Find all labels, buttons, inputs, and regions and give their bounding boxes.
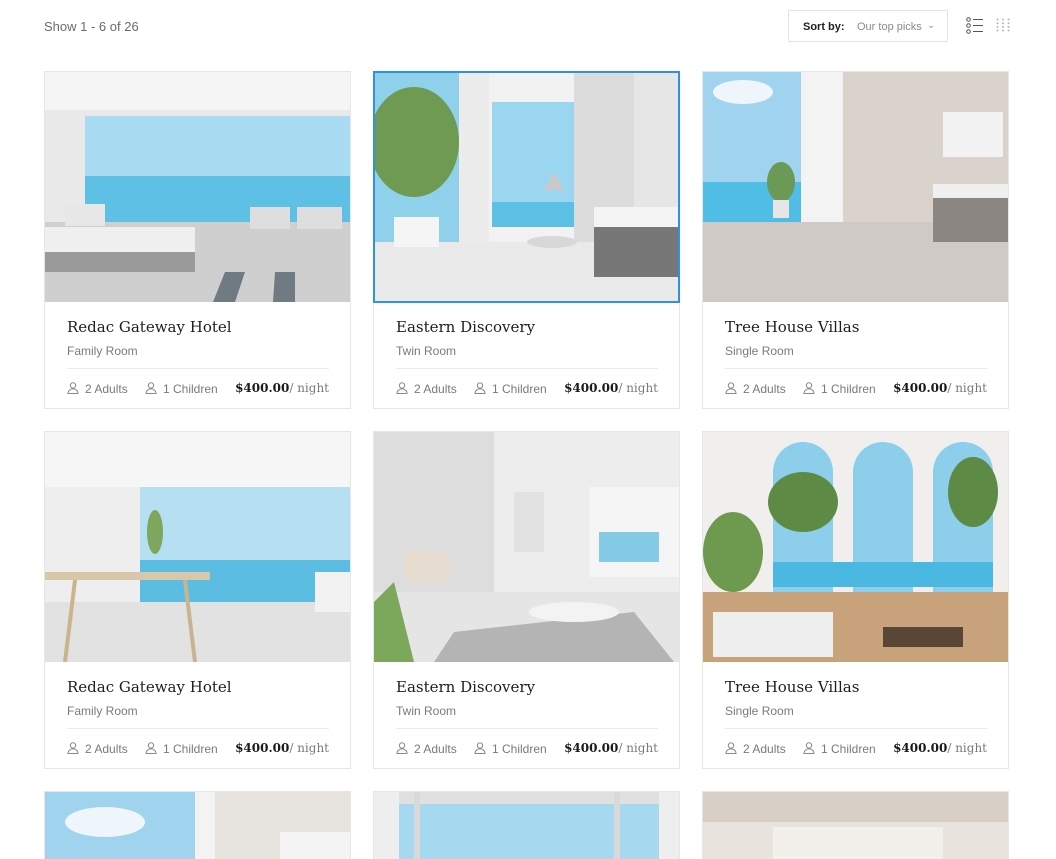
price-amount: $400.00	[564, 381, 619, 395]
user-icon	[67, 742, 79, 754]
divider	[67, 728, 329, 729]
adults-info: 2 Adults	[67, 382, 128, 396]
sort-dropdown[interactable]: Sort by: Our top picks ⌄	[788, 10, 948, 42]
children-count: 1 Children	[163, 382, 218, 396]
child-icon	[474, 382, 486, 394]
user-icon	[725, 382, 737, 394]
hotel-name[interactable]: Eastern Discovery	[396, 678, 535, 696]
user-icon	[396, 382, 408, 394]
room-photo[interactable]	[703, 432, 1008, 662]
results-count: Show 1 - 6 of 26	[44, 19, 139, 34]
room-type: Family Room	[67, 344, 138, 358]
adults-info: 2 Adults	[396, 382, 457, 396]
price-amount: $400.00	[893, 741, 948, 755]
room-photo[interactable]	[374, 792, 679, 859]
list-view-icon[interactable]	[966, 17, 984, 34]
child-icon	[803, 382, 815, 394]
listing-toolbar: Show 1 - 6 of 26 Sort by: Our top picks …	[44, 10, 1012, 42]
divider	[725, 368, 987, 369]
room-type: Single Room	[725, 344, 794, 358]
room-photo[interactable]	[374, 432, 679, 662]
price: $400.00/ night	[235, 741, 329, 755]
price: $400.00/ night	[564, 381, 658, 395]
price-amount: $400.00	[893, 381, 948, 395]
room-photo[interactable]	[703, 792, 1008, 859]
adults-info: 2 Adults	[396, 742, 457, 756]
hotel-name[interactable]: Tree House Villas	[725, 318, 859, 336]
listing-card[interactable]	[373, 791, 680, 859]
price-unit: / night	[289, 381, 329, 395]
children-info: 1 Children	[145, 382, 218, 396]
listing-card[interactable]	[702, 791, 1009, 859]
children-count: 1 Children	[821, 742, 876, 756]
grid-view-icon[interactable]	[996, 18, 1010, 32]
children-count: 1 Children	[821, 382, 876, 396]
hotel-name[interactable]: Eastern Discovery	[396, 318, 535, 336]
price-amount: $400.00	[235, 741, 290, 755]
price-unit: / night	[947, 741, 987, 755]
children-count: 1 Children	[492, 382, 547, 396]
price: $400.00/ night	[893, 381, 987, 395]
adults-count: 2 Adults	[743, 382, 786, 396]
divider	[67, 368, 329, 369]
child-icon	[145, 742, 157, 754]
price-unit: / night	[618, 381, 658, 395]
hotel-name[interactable]: Tree House Villas	[725, 678, 859, 696]
room-photo[interactable]	[45, 72, 350, 302]
children-info: 1 Children	[803, 742, 876, 756]
children-info: 1 Children	[474, 742, 547, 756]
children-info: 1 Children	[145, 742, 218, 756]
user-icon	[67, 382, 79, 394]
price: $400.00/ night	[564, 741, 658, 755]
listing-card[interactable]: Tree House Villas Single Room 2 Adults 1…	[702, 71, 1009, 409]
listing-card[interactable]: Redac Gateway Hotel Family Room 2 Adults…	[44, 431, 351, 769]
hotel-name[interactable]: Redac Gateway Hotel	[67, 678, 232, 696]
adults-count: 2 Adults	[743, 742, 786, 756]
user-icon	[725, 742, 737, 754]
adults-info: 2 Adults	[725, 742, 786, 756]
children-count: 1 Children	[492, 742, 547, 756]
price-unit: / night	[289, 741, 329, 755]
chevron-down-icon: ⌄	[927, 20, 936, 31]
divider	[396, 728, 658, 729]
room-photo[interactable]	[45, 792, 350, 859]
sort-label: Sort by:	[803, 21, 845, 33]
price: $400.00/ night	[235, 381, 329, 395]
adults-count: 2 Adults	[414, 742, 457, 756]
listing-card[interactable]: Eastern Discovery Twin Room 2 Adults 1 C…	[373, 71, 680, 409]
adults-count: 2 Adults	[85, 382, 128, 396]
room-photo[interactable]	[45, 432, 350, 662]
divider	[396, 368, 658, 369]
price-unit: / night	[947, 381, 987, 395]
listing-card[interactable]	[44, 791, 351, 859]
room-photo[interactable]	[373, 71, 680, 303]
adults-info: 2 Adults	[67, 742, 128, 756]
room-type: Family Room	[67, 704, 138, 718]
hotel-name[interactable]: Redac Gateway Hotel	[67, 318, 232, 336]
price-amount: $400.00	[564, 741, 619, 755]
room-type: Twin Room	[396, 704, 457, 718]
listing-card[interactable]: Tree House Villas Single Room 2 Adults 1…	[702, 431, 1009, 769]
children-info: 1 Children	[803, 382, 876, 396]
sort-value: Our top picks	[857, 21, 922, 33]
child-icon	[474, 742, 486, 754]
child-icon	[803, 742, 815, 754]
divider	[725, 728, 987, 729]
user-icon	[396, 742, 408, 754]
listing-card[interactable]: Eastern Discovery Twin Room 2 Adults 1 C…	[373, 431, 680, 769]
price-unit: / night	[618, 741, 658, 755]
child-icon	[145, 382, 157, 394]
adults-count: 2 Adults	[414, 382, 457, 396]
listing-card[interactable]: Redac Gateway Hotel Family Room 2 Adults…	[44, 71, 351, 409]
children-info: 1 Children	[474, 382, 547, 396]
room-photo[interactable]	[703, 72, 1008, 302]
children-count: 1 Children	[163, 742, 218, 756]
room-type: Single Room	[725, 704, 794, 718]
adults-count: 2 Adults	[85, 742, 128, 756]
price-amount: $400.00	[235, 381, 290, 395]
price: $400.00/ night	[893, 741, 987, 755]
room-type: Twin Room	[396, 344, 457, 358]
adults-info: 2 Adults	[725, 382, 786, 396]
